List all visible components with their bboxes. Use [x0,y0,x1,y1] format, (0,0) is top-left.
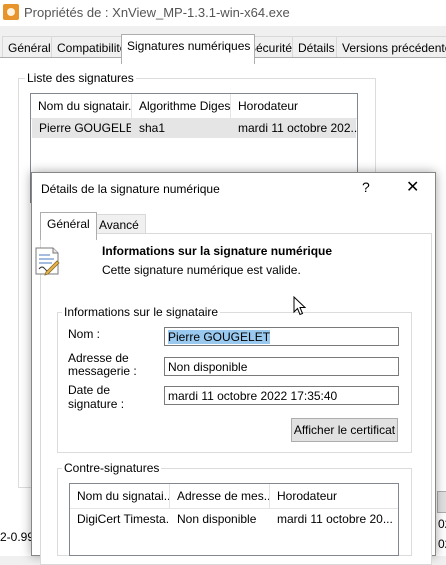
name-label: Nom : [68,327,101,341]
cell-signer: Pierre GOUGELET [39,121,131,135]
background-text: 02 [438,517,446,531]
column-header-timestamp[interactable]: Horodateur [270,484,398,508]
properties-tabs: Général Compatibilité Signatures numériq… [0,34,446,64]
info-heading: Informations sur la signature numérique [102,244,333,258]
app-icon [3,4,19,20]
countersignature-list-header: Nom du signatai... Adresse de mes... Hor… [70,484,398,509]
column-header-email[interactable]: Adresse de mes... [170,484,270,508]
date-field[interactable]: mardi 11 octobre 2022 17:35:40 [164,386,399,405]
tab-general[interactable]: Général [40,212,97,240]
close-icon[interactable]: ✕ [406,177,419,197]
signature-list-header: Nom du signatair... Algorithme Digest Ho… [31,94,357,119]
countersignatures-group-label: Contre-signatures [62,461,162,475]
name-value: Pierre GOUGELET [168,330,271,344]
cell-timestamp: mardi 11 octobre 202... [238,121,358,135]
column-header-timestamp[interactable]: Horodateur [231,94,357,118]
view-certificate-button[interactable]: Afficher le certificat [291,418,398,442]
background-button [437,491,446,513]
help-button[interactable]: ? [362,179,370,195]
date-label-line-1: Date de [68,383,111,397]
email-field[interactable]: Non disponible [164,357,399,376]
cell-email: Non disponible [177,512,257,526]
cell-digest: sha1 [139,121,166,135]
column-header-signer[interactable]: Nom du signatai... [70,484,170,508]
info-text: Cette signature numérique est valide. [102,263,301,277]
mouse-cursor-icon [293,296,307,316]
background-text: 02 [438,537,446,551]
countersignature-list[interactable]: Nom du signatai... Adresse de mes... Hor… [69,483,399,556]
table-row[interactable]: DigiCert Timesta... Non disponible mardi… [71,509,397,529]
signer-info-group-label: Informations sur le signataire [62,305,221,319]
dialog-tabs: Général Avancé [40,212,430,240]
table-row[interactable]: Pierre GOUGELET sha1 mardi 11 octobre 20… [32,118,358,138]
window-titlebar: Propriétés de : XnView_MP-1.3.1-win-x64.… [0,0,446,26]
window-title: Propriétés de : XnView_MP-1.3.1-win-x64.… [24,5,290,20]
signature-list-group-label: Liste des signatures [25,71,136,85]
dialog-title: Détails de la signature numérique [41,182,220,196]
cell-signer: DigiCert Timesta... [77,512,169,526]
tab-digital-signatures[interactable]: Signatures numériques [121,34,256,64]
certificate-document-icon [35,247,60,276]
cell-timestamp: mardi 11 octobre 20... [277,512,393,526]
column-header-signer[interactable]: Nom du signatair... [31,94,132,118]
email-label-line-2: messagerie : [68,364,137,378]
date-label-line-2: signature : [68,397,125,411]
column-header-digest[interactable]: Algorithme Digest [132,94,231,118]
name-field[interactable]: Pierre GOUGELET [164,327,399,346]
